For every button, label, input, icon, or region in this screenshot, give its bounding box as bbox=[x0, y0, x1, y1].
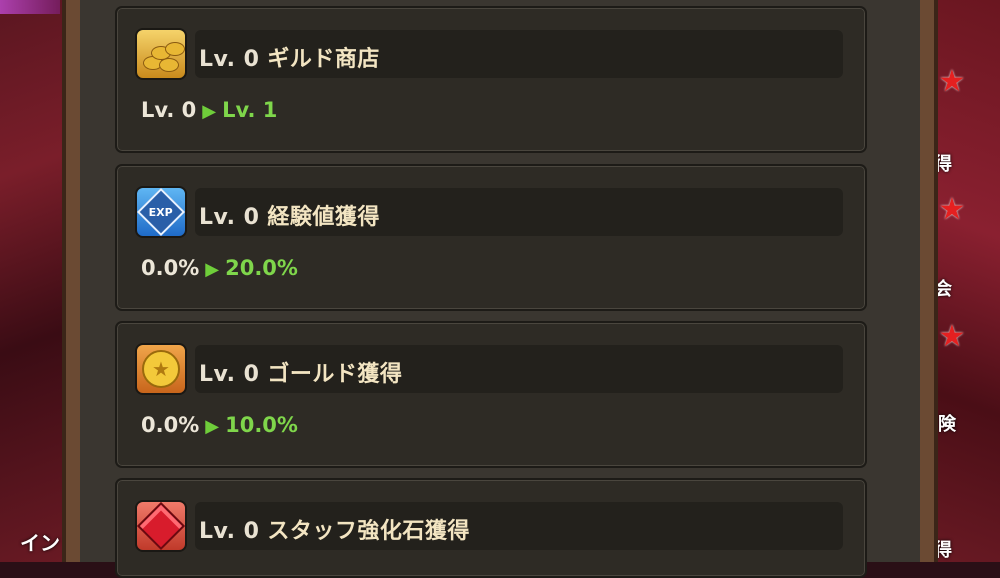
notification-star-icon: ★ bbox=[938, 192, 966, 227]
stat-next: 10.0% bbox=[225, 413, 298, 437]
bonus-card-gold-gain: ★ Lv. 0 ゴールド獲得 0.0% ▶ 10.0% bbox=[115, 321, 867, 468]
side-menu-label-right[interactable]: 険 bbox=[938, 410, 956, 436]
bonus-card-exp-gain: EXP Lv. 0 経験値獲得 0.0% ▶ 20.0% bbox=[115, 164, 867, 311]
side-menu-label-left[interactable]: イン bbox=[20, 527, 60, 556]
card-title: Lv. 0 ギルド商店 bbox=[199, 47, 380, 72]
stat-next: 20.0% bbox=[225, 256, 298, 280]
card-stat-change: 0.0% ▶ 20.0% bbox=[141, 256, 298, 280]
arrow-right-icon: ▶ bbox=[202, 101, 217, 122]
gold-coin-icon: ★ bbox=[135, 343, 187, 395]
notification-star-icon: ★ bbox=[938, 319, 966, 354]
stat-current: Lv. 0 bbox=[141, 98, 197, 122]
bonus-card-staff-stone-gain: Lv. 0 スタッフ強化石獲得 bbox=[115, 478, 867, 578]
bonus-card-guild-shop: Lv. 0 ギルド商店 Lv. 0 ▶ Lv. 1 bbox=[115, 6, 867, 153]
arrow-right-icon: ▶ bbox=[205, 259, 220, 280]
notification-star-icon: ★ bbox=[938, 64, 966, 99]
gold-coins-icon bbox=[135, 28, 187, 80]
card-stat-change: 0.0% ▶ 10.0% bbox=[141, 413, 298, 437]
arrow-right-icon: ▶ bbox=[205, 416, 220, 437]
guild-bonus-list[interactable]: Lv. 0 ギルド商店 Lv. 0 ▶ Lv. 1 EXP Lv. 0 経験値獲得 0.… bbox=[80, 0, 920, 578]
red-gem-icon bbox=[135, 500, 187, 552]
card-title: Lv. 0 スタッフ強化石獲得 bbox=[199, 519, 470, 544]
card-title: Lv. 0 経験値獲得 bbox=[199, 205, 380, 230]
exp-icon: EXP bbox=[135, 186, 187, 238]
stat-current: 0.0% bbox=[141, 413, 200, 437]
stat-next: Lv. 1 bbox=[222, 98, 278, 122]
card-stat-change: Lv. 0 ▶ Lv. 1 bbox=[141, 98, 277, 122]
background-streak bbox=[0, 0, 60, 14]
card-title: Lv. 0 ゴールド獲得 bbox=[199, 362, 403, 387]
stat-current: 0.0% bbox=[141, 256, 200, 280]
